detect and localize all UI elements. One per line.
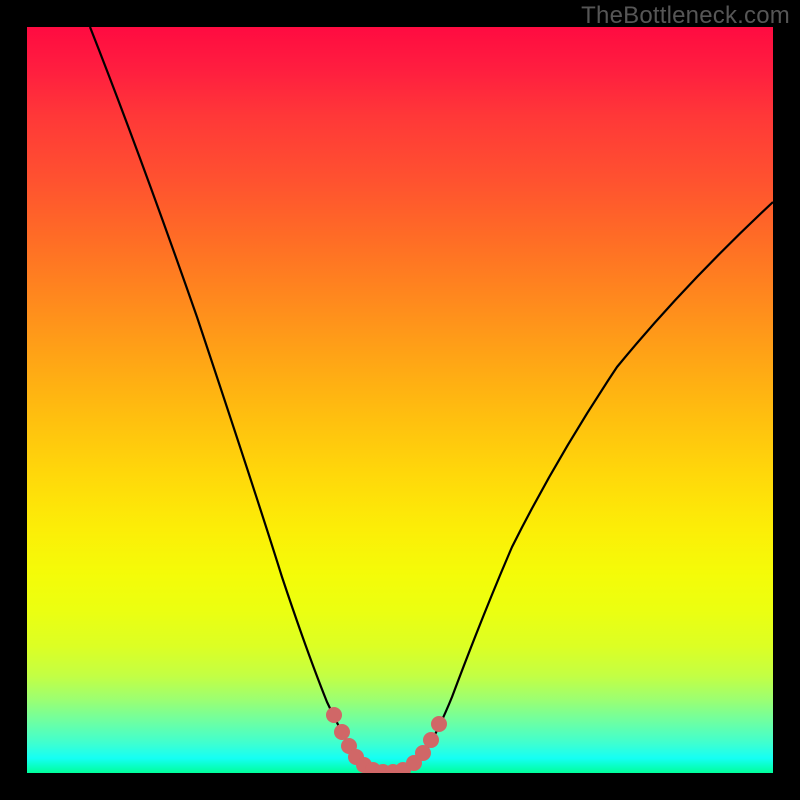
marker-dots-group	[326, 707, 447, 773]
curve-svg	[27, 27, 773, 773]
marker-dot	[423, 732, 439, 748]
marker-dot	[334, 724, 350, 740]
marker-dot	[431, 716, 447, 732]
plot-area	[27, 27, 773, 773]
bottleneck-curve-path	[90, 27, 773, 773]
marker-dot	[326, 707, 342, 723]
watermark-text: TheBottleneck.com	[581, 2, 790, 30]
chart-frame: TheBottleneck.com	[0, 0, 800, 800]
